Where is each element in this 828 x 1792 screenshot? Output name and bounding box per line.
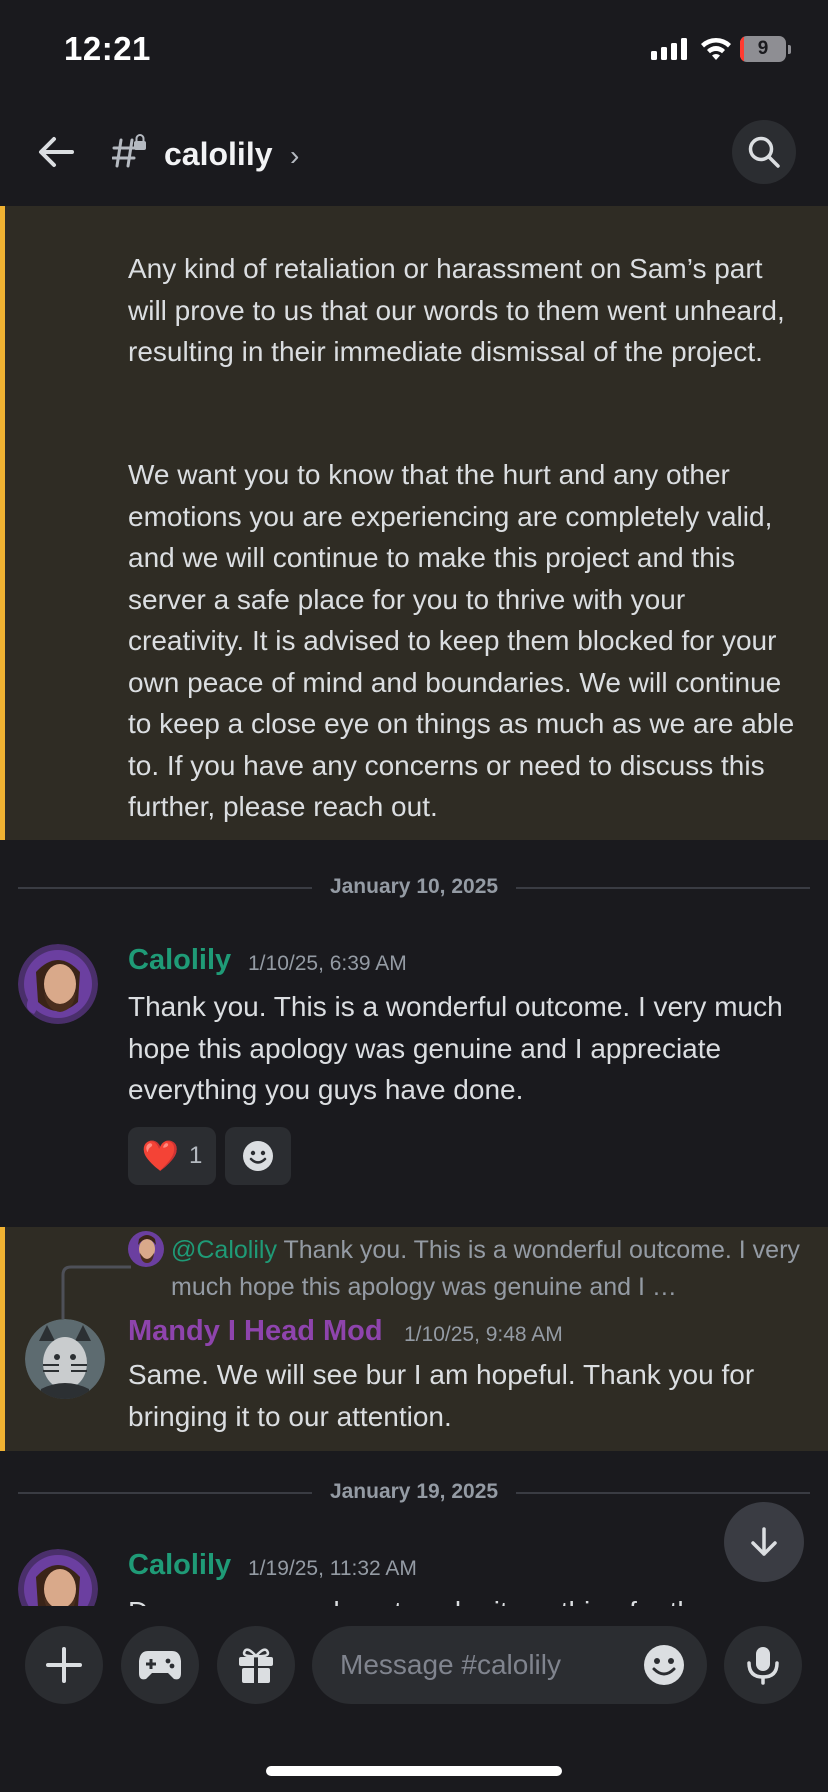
add-reaction-icon (243, 1141, 273, 1171)
plus-icon (46, 1647, 82, 1683)
message-text: Same. We will see bur I am hopeful. Than… (128, 1359, 755, 1432)
gift-button[interactable] (217, 1626, 295, 1704)
message-author[interactable]: Mandy I Head Mod (128, 1315, 383, 1348)
date-divider-label: January 10, 2025 (0, 875, 828, 899)
home-indicator[interactable] (266, 1766, 562, 1776)
battery-percent: 9 (757, 38, 769, 59)
message-composer (0, 1606, 828, 1726)
avatar[interactable] (18, 944, 98, 1024)
voice-message-button[interactable] (724, 1626, 802, 1704)
message-author[interactable]: Calolily (128, 1549, 231, 1582)
avatar-image (25, 1319, 105, 1399)
heart-emoji-icon: ❤️ (141, 1139, 179, 1173)
avatar[interactable] (25, 1319, 105, 1399)
channel-name[interactable]: calolily (164, 136, 273, 173)
message-text: Do you you need me to submit anything fo… (128, 1591, 818, 1606)
status-time: 12:21 (64, 30, 151, 67)
avatar-image (18, 944, 98, 1024)
status-bar: 12:21 9 (0, 0, 828, 100)
wifi-icon (701, 38, 731, 60)
cellular-signal-icon (651, 38, 687, 60)
avatar[interactable] (18, 1549, 98, 1606)
message-input-wrapper[interactable] (312, 1626, 707, 1704)
date-divider-label: January 19, 2025 (0, 1480, 828, 1504)
search-icon (748, 136, 780, 168)
chevron-right-icon[interactable]: › (290, 140, 299, 172)
search-button[interactable] (732, 120, 796, 184)
jump-to-bottom-button[interactable] (724, 1502, 804, 1582)
battery-icon: 9 (740, 36, 791, 62)
microphone-icon (747, 1647, 779, 1685)
reply-mention[interactable]: @Calolily (171, 1236, 277, 1264)
reply-spine-icon (61, 1265, 131, 1319)
reply-preview-block[interactable]: @Calolily Thank you. This is a wonderful… (171, 1232, 801, 1306)
message-timestamp: 1/10/25, 9:48 AM (404, 1323, 563, 1346)
activities-button[interactable] (121, 1626, 199, 1704)
arrow-down-icon (751, 1527, 777, 1556)
highlighted-message[interactable]: Any kind of retaliation or harassment on… (0, 206, 828, 840)
back-arrow-icon[interactable] (34, 130, 78, 174)
emoji-icon[interactable] (642, 1643, 686, 1687)
message-timestamp: 1/19/25, 11:32 AM (248, 1557, 417, 1580)
channel-header: calolily › (0, 110, 828, 206)
gift-icon (239, 1648, 273, 1683)
heart-reaction-button[interactable]: ❤️ 1 (128, 1127, 216, 1185)
reaction-count: 1 (189, 1142, 203, 1169)
add-attachment-button[interactable] (25, 1626, 103, 1704)
gamepad-icon (139, 1651, 181, 1680)
add-reaction-button[interactable] (225, 1127, 291, 1185)
message-author[interactable]: Calolily (128, 944, 231, 977)
message-list[interactable]: Any kind of retaliation or harassment on… (0, 206, 828, 1606)
message-timestamp: 1/10/25, 6:39 AM (248, 952, 407, 975)
reply-avatar (128, 1231, 164, 1267)
message-input[interactable] (340, 1644, 640, 1686)
message-paragraph: Any kind of retaliation or harassment on… (128, 253, 785, 367)
channel-lock-icon (112, 134, 146, 168)
avatar-image (18, 1549, 98, 1606)
message-text: Thank you. This is a wonderful outcome. … (128, 991, 783, 1105)
message-paragraph: We want you to know that the hurt and an… (128, 459, 795, 822)
